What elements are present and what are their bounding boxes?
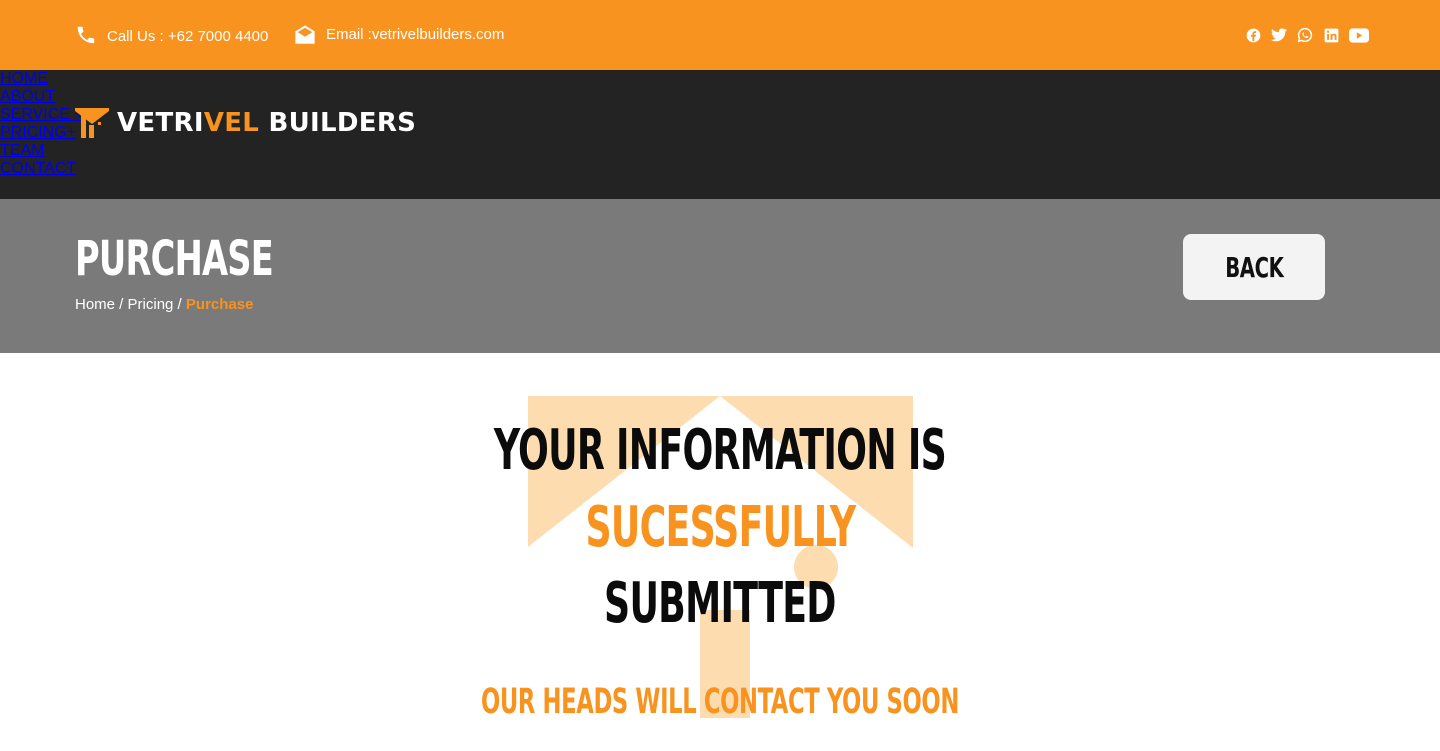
back-button-label: BACK xyxy=(1224,250,1284,284)
contact-soon-text: OUR HEADS WILL CONTACT YOU SOON xyxy=(481,682,959,722)
top-bar: Call Us : +62 7000 4400 Email :vetrivelb… xyxy=(0,0,1440,70)
phone-contact[interactable]: Call Us : +62 7000 4400 xyxy=(75,0,268,70)
nav-contact[interactable]: CONTACT xyxy=(0,160,76,177)
nav-home[interactable]: HOME xyxy=(0,70,48,87)
back-button[interactable]: BACK xyxy=(1183,234,1325,300)
phone-icon xyxy=(77,26,95,44)
youtube-icon[interactable] xyxy=(1349,27,1369,43)
facebook-icon[interactable] xyxy=(1245,27,1261,43)
twitter-icon[interactable] xyxy=(1271,27,1287,43)
logo-text-1: VETRI xyxy=(117,108,204,138)
nav-about[interactable]: ABOUT xyxy=(0,88,55,105)
breadcrumb-pricing[interactable]: Pricing xyxy=(128,296,174,313)
success-line-3-text: SUBMITTED xyxy=(604,571,836,636)
email-text: Email :vetrivelbuilders.com xyxy=(326,25,505,43)
social-links xyxy=(1245,0,1369,70)
success-line-1: YOUR INFORMATION IS xyxy=(0,418,1440,484)
breadcrumb-separator: / xyxy=(173,296,186,313)
breadcrumb-separator: / xyxy=(115,296,128,313)
logo-text-2: BUILDERS xyxy=(259,108,417,138)
success-line-2: SUCESSFULLY xyxy=(0,495,1440,561)
contact-soon-message: OUR HEADS WILL CONTACT YOU SOON xyxy=(0,680,1440,724)
house-logo-icon xyxy=(75,108,109,138)
linkedin-icon[interactable] xyxy=(1323,27,1339,43)
success-line-1-text: YOUR INFORMATION IS xyxy=(493,418,947,483)
nav-team[interactable]: TEAM xyxy=(0,142,44,159)
page-header: PURCHASE Home / Pricing / Purchase BACK xyxy=(0,199,1440,353)
nav-service[interactable]: SERVICE + xyxy=(0,106,84,123)
main-nav: VETRIVEL BUILDERS HOME ABOUT SERVICE + P… xyxy=(0,70,1440,199)
nav-pricing[interactable]: PRICING+ xyxy=(0,124,76,141)
logo[interactable]: VETRIVEL BUILDERS xyxy=(75,108,416,138)
logo-wordmark: VETRIVEL BUILDERS xyxy=(117,108,416,138)
breadcrumb-home[interactable]: Home xyxy=(75,296,115,313)
email-contact[interactable]: Email :vetrivelbuilders.com xyxy=(294,0,504,70)
breadcrumb-current: Purchase xyxy=(185,296,254,313)
phone-text: Call Us : +62 7000 4400 xyxy=(107,27,269,45)
page-title: PURCHASE xyxy=(75,231,274,287)
whatsapp-icon[interactable] xyxy=(1297,27,1313,43)
logo-text-accent: VEL xyxy=(203,108,260,138)
success-line-3: SUBMITTED xyxy=(0,571,1440,637)
envelope-open-icon xyxy=(295,25,315,44)
success-line-2-text: SUCESSFULLY xyxy=(585,495,856,560)
breadcrumb: Home / Pricing / Purchase xyxy=(75,296,253,313)
